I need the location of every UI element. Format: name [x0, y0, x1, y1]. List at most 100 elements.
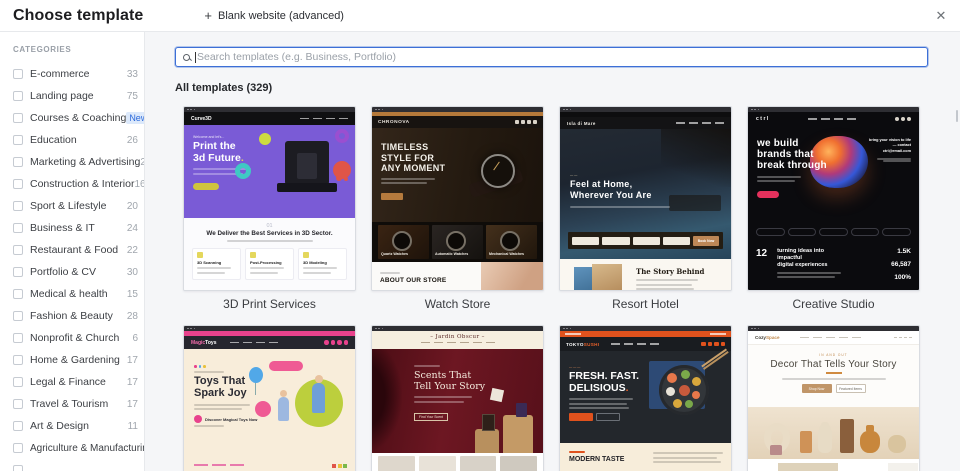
mock-vase: [888, 435, 906, 453]
sidebar-item-legal-finance[interactable]: Legal & Finance 17: [13, 371, 144, 393]
category-label: Medical & health: [30, 288, 108, 300]
mock-cta-button: [381, 192, 403, 200]
mock-pedestal: [503, 415, 533, 453]
category-label: Portfolio & CV: [30, 266, 96, 278]
mock-logo: – Jardin Obscur –: [430, 334, 485, 340]
mock-secondary-button: Featured Items: [835, 384, 866, 393]
template-thumbnail[interactable]: CozySpace IN AND OUT Decor That Tells Yo…: [747, 325, 920, 471]
template-card-toys[interactable]: MagicToys Toys That Spark Joy Discover M…: [183, 325, 356, 471]
sidebar-item-e-commerce[interactable]: E-commerce 33: [13, 63, 144, 85]
template-card-creative-studio[interactable]: ctrl we build brands that break through: [747, 106, 920, 313]
templates-panel: Search templates (e.g. Business, Portfol…: [145, 32, 960, 471]
mock-logo: ctrl: [756, 116, 770, 122]
all-templates-heading: All templates (329): [175, 82, 273, 94]
mock-shape: [269, 361, 303, 371]
checkbox[interactable]: [13, 311, 23, 321]
page-title: Choose template: [13, 6, 144, 24]
checkbox[interactable]: [13, 443, 23, 453]
mock-vase: [860, 425, 880, 453]
template-thumbnail[interactable]: TOKYOSUSHI — — — FRESH. FAST. DELISIOUS.…: [559, 325, 732, 471]
sidebar-item-sport-lifestyle[interactable]: Sport & Lifestyle 20: [13, 195, 144, 217]
checkbox[interactable]: [13, 201, 23, 211]
sidebar-item-education[interactable]: Education 26: [13, 129, 144, 151]
sidebar-item-courses-coaching[interactable]: Courses & Coaching New 8: [13, 107, 144, 129]
category-label: Education: [30, 134, 77, 146]
mock-hero: we build brands that break through bring…: [748, 126, 919, 226]
scrollbar-thumb[interactable]: [956, 110, 958, 122]
mock-shape: [255, 401, 271, 417]
mock-cta-button: Find Your Scent: [414, 413, 448, 422]
mock-cta-button: [193, 183, 219, 191]
sidebar-item-art-design[interactable]: Art & Design 11: [13, 415, 144, 437]
checkbox[interactable]: [13, 245, 23, 255]
template-thumbnail[interactable]: MagicToys Toys That Spark Joy Discover M…: [183, 325, 356, 471]
template-thumbnail[interactable]: ctrl we build brands that break through: [747, 106, 920, 291]
search-placeholder: Search templates (e.g. Business, Portfol…: [197, 51, 397, 63]
checkbox[interactable]: [13, 91, 23, 101]
mock-photo: [481, 262, 543, 290]
template-thumbnail[interactable]: CHRONOVA TIMELESS STYLE FOR ANY MOMENT Q…: [371, 106, 544, 291]
template-card-watch-store[interactable]: CHRONOVA TIMELESS STYLE FOR ANY MOMENT Q…: [371, 106, 544, 313]
template-card-decor[interactable]: CozySpace IN AND OUT Decor That Tells Yo…: [747, 325, 920, 471]
checkbox[interactable]: [13, 157, 23, 167]
mock-tag-pills: [748, 226, 919, 236]
checkbox[interactable]: [13, 465, 23, 471]
category-label: Art & Design: [30, 420, 89, 432]
checkbox[interactable]: [13, 355, 23, 365]
sidebar-item-home-gardening[interactable]: Home & Gardening 17: [13, 349, 144, 371]
mock-navbar: – Jardin Obscur –: [372, 331, 543, 349]
template-thumbnail[interactable]: – Jardin Obscur – Scents That Tell Your …: [371, 325, 544, 471]
checkbox[interactable]: [13, 223, 23, 233]
sidebar-item-travel-tourism[interactable]: Travel & Tourism 17: [13, 393, 144, 415]
mock-navbar: MagicToys: [184, 336, 355, 349]
sidebar-item-portfolio-cv[interactable]: Portfolio & CV 30: [13, 261, 144, 283]
category-label: E-commerce: [30, 68, 90, 80]
mock-social-icons: [701, 341, 725, 347]
mock-hero: Toys That Spark Joy Discover Magical Toy…: [184, 349, 355, 471]
checkbox[interactable]: [13, 399, 23, 409]
blank-website-label: Blank website (advanced): [218, 9, 344, 22]
checkbox[interactable]: [13, 69, 23, 79]
blank-website-button[interactable]: + Blank website (advanced): [204, 9, 344, 22]
checkbox[interactable]: [13, 179, 23, 189]
category-count: 11: [127, 420, 138, 432]
template-card-sushi[interactable]: TOKYOSUSHI — — — FRESH. FAST. DELISIOUS.…: [559, 325, 732, 471]
sidebar-item-fashion-beauty[interactable]: Fashion & Beauty 28: [13, 305, 144, 327]
template-card-perfume[interactable]: – Jardin Obscur – Scents That Tell Your …: [371, 325, 544, 471]
template-thumbnail[interactable]: Curve3D Welcome and let's... Print the 3…: [183, 106, 356, 291]
checkbox[interactable]: [13, 113, 23, 123]
checkbox[interactable]: [13, 377, 23, 387]
category-count: 33: [126, 68, 138, 80]
sidebar-item-medical-health[interactable]: Medical & health 15: [13, 283, 144, 305]
mock-shape: [259, 133, 271, 145]
checkbox[interactable]: [13, 267, 23, 277]
sidebar-item-landing-page[interactable]: Landing page 75: [13, 85, 144, 107]
sidebar-item-agriculture-manufacturing[interactable]: Agriculture & Manufacturing 9: [13, 437, 144, 459]
category-label: Agriculture & Manufacturing: [30, 442, 145, 454]
mock-logo: CozySpace: [755, 335, 780, 340]
mock-social-icons: [515, 120, 537, 124]
mock-vase: [818, 427, 832, 453]
checkbox[interactable]: [13, 289, 23, 299]
sidebar-item-restaurant-food[interactable]: Restaurant & Food 22: [13, 239, 144, 261]
sidebar-item-nonprofit-church[interactable]: Nonprofit & Church 6: [13, 327, 144, 349]
close-icon[interactable]: ✕: [932, 7, 950, 25]
category-label: Construction & Interior: [30, 178, 135, 190]
mock-navbar: Isla di Mare: [560, 117, 731, 129]
checkbox[interactable]: [13, 135, 23, 145]
mock-category-tiles: Quartz Watches Automatic Watches Mechani…: [372, 222, 543, 262]
sidebar-item-partial[interactable]: [13, 459, 144, 471]
sidebar-item-business-it[interactable]: Business & IT 24: [13, 217, 144, 239]
sidebar-item-marketing-advertising[interactable]: Marketing & Advertising 25: [13, 151, 144, 173]
template-thumbnail[interactable]: Isla di Mare — — Feel at Home, Wherever …: [559, 106, 732, 291]
checkbox[interactable]: [13, 333, 23, 343]
mock-vases-photo: [748, 407, 919, 459]
template-card-resort-hotel[interactable]: Isla di Mare — — Feel at Home, Wherever …: [559, 106, 732, 313]
search-input[interactable]: Search templates (e.g. Business, Portfol…: [175, 47, 928, 67]
mock-perfume-bottle: [482, 414, 495, 431]
text-caret: [195, 51, 196, 63]
template-card-3d-print-services[interactable]: Curve3D Welcome and let's... Print the 3…: [183, 106, 356, 313]
checkbox[interactable]: [13, 421, 23, 431]
sidebar-item-construction-interior[interactable]: Construction & Interior 16: [13, 173, 144, 195]
mock-logo: Isla di Mare: [567, 120, 596, 126]
